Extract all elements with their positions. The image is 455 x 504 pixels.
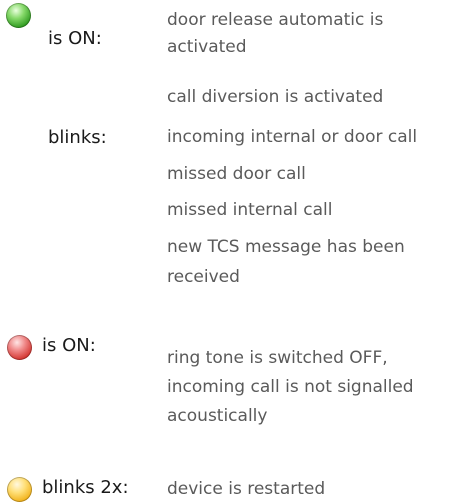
yellow-led-icon — [7, 477, 32, 502]
green-blink-desc-1: incoming internal or door call — [167, 127, 418, 147]
green-blink-desc-2: missed door call — [167, 164, 306, 184]
green-led-on-label: is ON: — [48, 28, 102, 49]
green-led-icon — [6, 3, 31, 28]
green-on-desc-1: door release automatic is — [167, 10, 384, 30]
red-on-desc-2: incoming call is not signalled — [167, 377, 414, 397]
red-on-desc-1: ring tone is switched OFF, — [167, 348, 388, 368]
red-led-icon — [7, 335, 32, 360]
green-on-desc-3: call diversion is activated — [167, 87, 384, 107]
yellow-blink-desc-1: device is restarted — [167, 479, 326, 499]
red-led-on-label: is ON: — [42, 335, 96, 356]
green-on-desc-2: activated — [167, 37, 247, 57]
yellow-led-blinks-label: blinks 2x: — [42, 477, 129, 498]
green-blink-desc-4: new TCS message has been — [167, 237, 405, 257]
red-on-desc-3: acoustically — [167, 406, 268, 426]
green-blink-desc-3: missed internal call — [167, 200, 333, 220]
green-led-blinks-label: blinks: — [48, 127, 107, 148]
green-blink-desc-5: received — [167, 267, 240, 287]
